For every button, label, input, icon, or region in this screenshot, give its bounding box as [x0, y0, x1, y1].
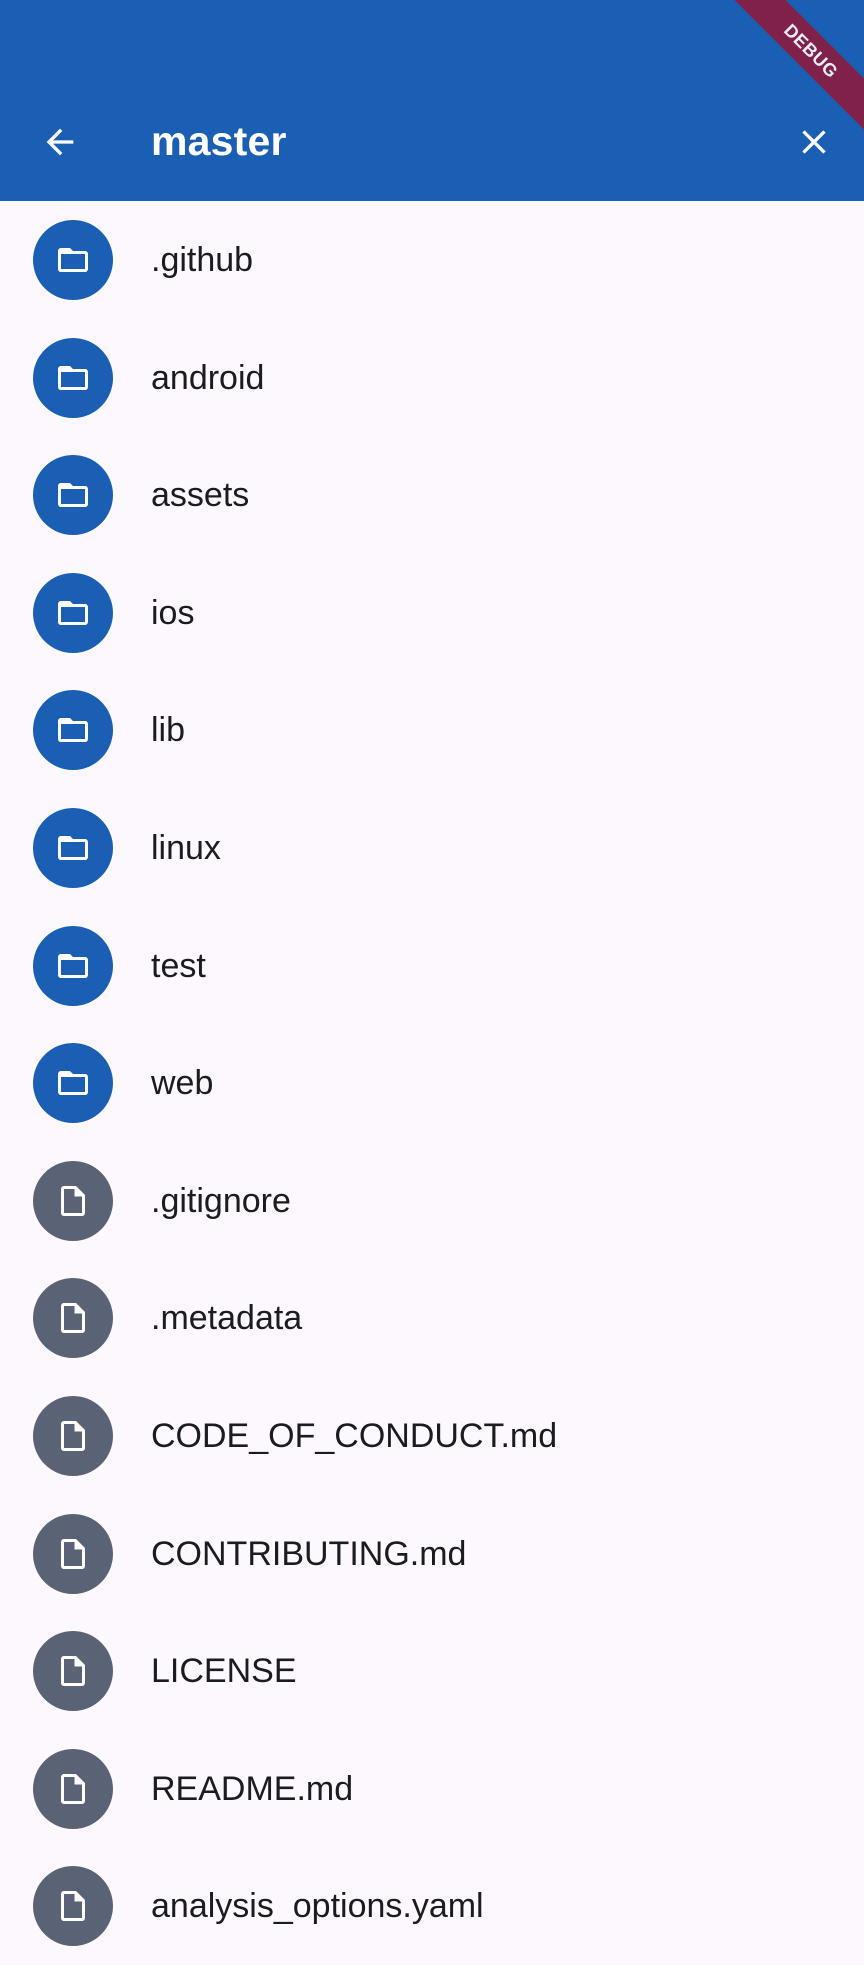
folder-icon	[33, 455, 113, 536]
folder-list-item[interactable]: android	[0, 319, 864, 437]
file-icon	[33, 1160, 113, 1241]
file-list-item-label: assets	[151, 476, 250, 515]
folder-icon	[33, 337, 113, 418]
file-list-item-label: test	[151, 946, 206, 985]
file-list-item-label: web	[151, 1064, 214, 1103]
file-list-item[interactable]: LICENSE	[0, 1612, 864, 1730]
close-button[interactable]	[790, 118, 838, 166]
folder-icon	[33, 925, 113, 1006]
folder-icon	[33, 690, 113, 771]
file-list-item-label: CONTRIBUTING.md	[151, 1534, 467, 1573]
file-list-item[interactable]: .metadata	[0, 1259, 864, 1377]
folder-list-item[interactable]: ios	[0, 554, 864, 672]
close-icon	[802, 130, 826, 154]
file-icon	[33, 1631, 113, 1712]
file-list-item-label: analysis_options.yaml	[151, 1887, 484, 1926]
file-list-item-label: ios	[151, 593, 195, 632]
folder-list-item[interactable]: web	[0, 1024, 864, 1142]
app-bar: master	[0, 0, 864, 201]
file-list-item[interactable]: CODE_OF_CONDUCT.md	[0, 1377, 864, 1495]
file-list-item[interactable]: README.md	[0, 1730, 864, 1848]
folder-list-item[interactable]: linux	[0, 789, 864, 907]
file-list-item-label: lib	[151, 711, 186, 750]
folder-list-item[interactable]: .github	[0, 201, 864, 319]
file-list-item-label: .gitignore	[151, 1181, 291, 1220]
arrow-left-icon	[46, 128, 74, 156]
folder-icon	[33, 1043, 113, 1124]
file-icon	[33, 1748, 113, 1829]
file-list-item[interactable]: analysis_options.yaml	[0, 1847, 864, 1965]
file-icon	[33, 1395, 113, 1476]
folder-icon	[33, 220, 113, 300]
folder-list-item[interactable]: test	[0, 907, 864, 1025]
file-list-item-label: linux	[151, 828, 221, 867]
file-list-item-label: CODE_OF_CONDUCT.md	[151, 1416, 558, 1455]
folder-list-item[interactable]: lib	[0, 671, 864, 789]
page-title: master	[151, 118, 287, 164]
folder-icon	[33, 807, 113, 888]
file-list-item-label: README.md	[151, 1769, 354, 1808]
file-list-item[interactable]: .gitignore	[0, 1142, 864, 1260]
folder-icon	[33, 572, 113, 653]
file-list-item-label: .github	[151, 241, 254, 279]
file-list-item-label: LICENSE	[151, 1652, 297, 1691]
file-list-item-label: android	[151, 358, 265, 397]
back-button[interactable]	[36, 118, 84, 166]
file-icon	[33, 1513, 113, 1594]
file-list-item[interactable]: CONTRIBUTING.md	[0, 1495, 864, 1613]
file-list: .github android assets ios lib linux tes…	[0, 201, 864, 1965]
file-icon	[33, 1278, 113, 1359]
file-list-item-label: .metadata	[151, 1299, 303, 1338]
folder-list-item[interactable]: assets	[0, 436, 864, 554]
file-icon	[33, 1866, 113, 1947]
